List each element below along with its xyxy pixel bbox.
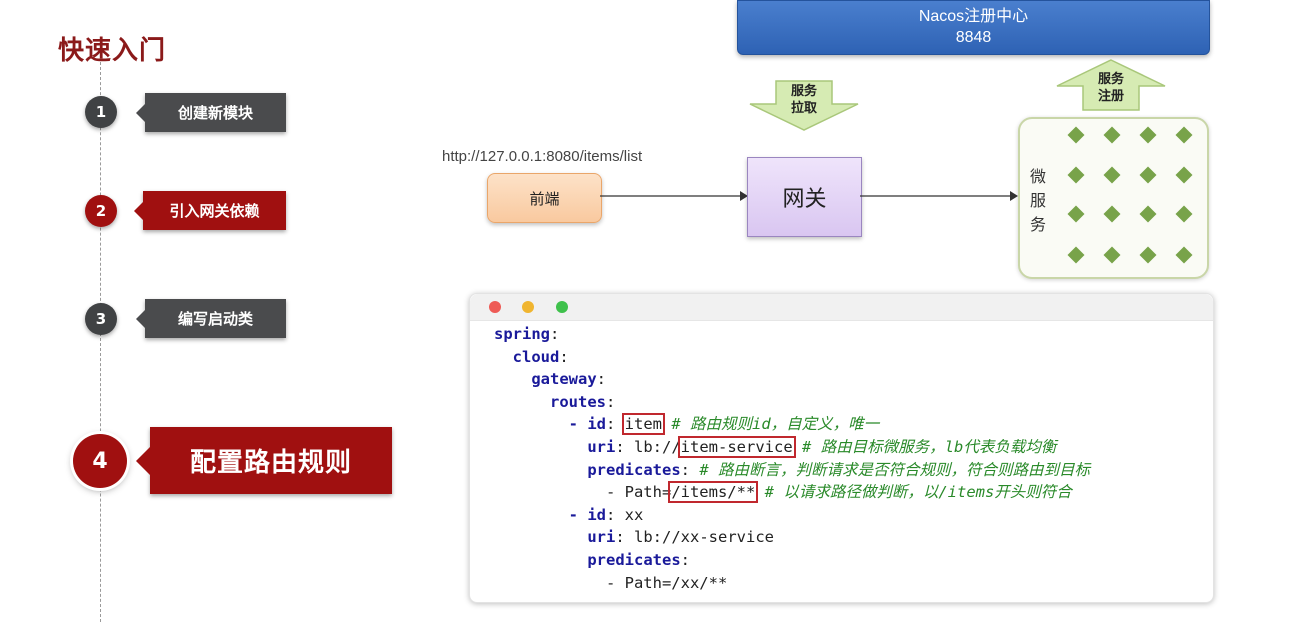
- step-3-number: 3: [85, 303, 117, 335]
- step-4-label[interactable]: 配置路由规则: [136, 427, 392, 494]
- step-3-label[interactable]: 编写启动类: [136, 299, 286, 338]
- gateway-to-services-arrow: [860, 191, 1018, 201]
- registry-port: 8848: [955, 29, 992, 46]
- code-line: cloud:: [512, 347, 569, 366]
- code-line: - Path=/xx/**: [605, 573, 728, 592]
- code-line: uri: lb://xx-service: [587, 528, 774, 547]
- code-line: - Path=/items/** # 以请求路径做判断，以/items开头则符合: [605, 481, 1072, 504]
- yaml-code: spring: cloud: gateway: routes: - id: it…: [494, 323, 1090, 594]
- service-pull-label: 服务 拉取: [790, 84, 817, 116]
- step-2-label[interactable]: 引入网关依赖: [134, 191, 286, 230]
- code-line: predicates:: [587, 550, 690, 569]
- request-url: http://127.0.0.1:8080/items/list: [442, 148, 643, 165]
- step-1-label[interactable]: 创建新模块: [136, 93, 286, 132]
- minimize-dot-icon[interactable]: [522, 301, 534, 313]
- highlight-route-id: item: [621, 413, 665, 436]
- registry-name: Nacos注册中心: [918, 8, 1029, 25]
- page-title: 快速入门: [58, 36, 167, 66]
- frontend-node: 前端: [487, 173, 602, 223]
- code-line: - id: xx: [568, 505, 644, 524]
- nacos-registry-box: Nacos注册中心 8848: [737, 0, 1210, 55]
- maximize-dot-icon[interactable]: [556, 301, 568, 313]
- gateway-node: 网关: [747, 157, 862, 237]
- highlight-path: /items/**: [668, 481, 759, 504]
- code-line: - id: item # 路由规则id，自定义，唯一: [568, 413, 880, 436]
- microservices-label: 微 服 务: [1030, 167, 1047, 234]
- step-1-number: 1: [85, 96, 117, 128]
- highlight-service-name: item-service: [677, 435, 796, 458]
- code-window-titlebar: [470, 294, 1213, 321]
- code-line: uri: lb://item-service # 路由目标微服务，lb代表负载均…: [587, 435, 1057, 458]
- code-line: routes:: [550, 392, 616, 411]
- service-register-label: 服务 注册: [1097, 72, 1124, 104]
- step-4-number: 4: [73, 434, 127, 488]
- timeline-line: [100, 62, 101, 622]
- frontend-to-gateway-arrow: [600, 191, 748, 201]
- code-line: spring:: [494, 325, 560, 343]
- code-line: predicates: # 路由断言，判断请求是否符合规则，符合则路由到目标: [587, 460, 1090, 479]
- step-2-number: 2: [85, 195, 117, 227]
- close-dot-icon[interactable]: [489, 301, 501, 313]
- code-line: gateway:: [531, 370, 606, 389]
